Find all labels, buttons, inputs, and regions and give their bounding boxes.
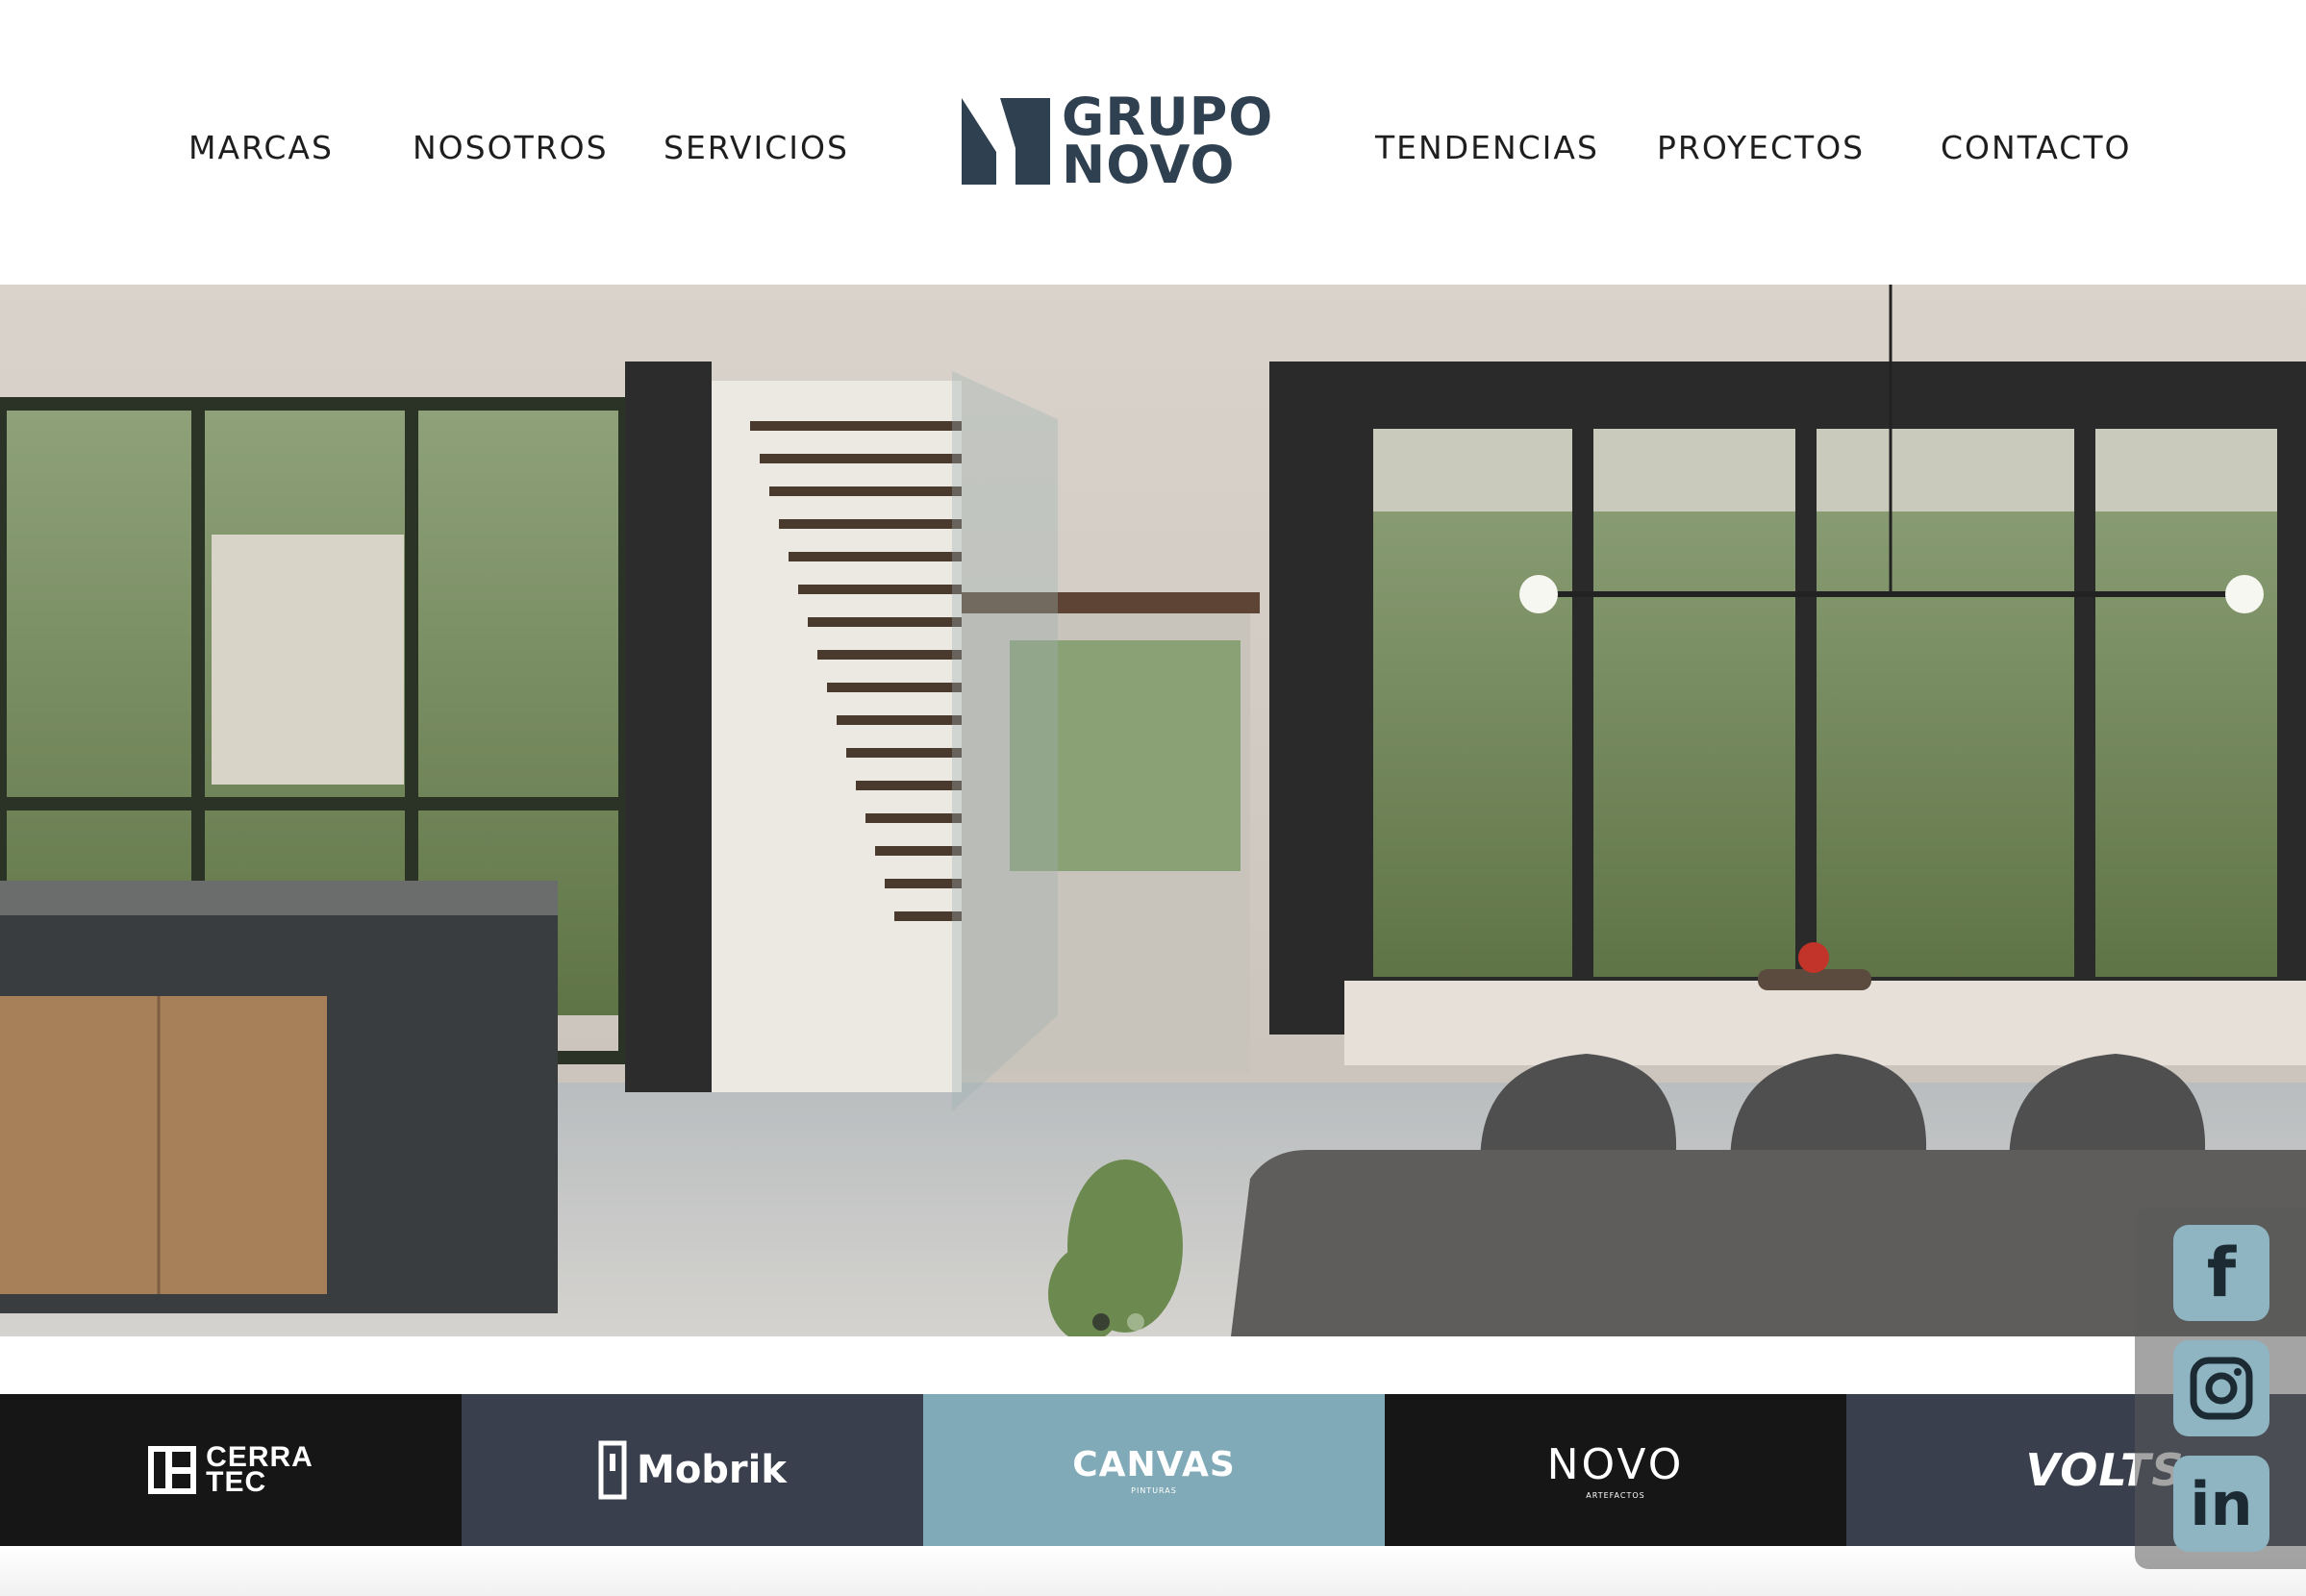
mobrik-name: Mobrik bbox=[637, 1448, 787, 1492]
slider-dot-2[interactable] bbox=[1127, 1313, 1144, 1331]
brands-strip: CERRA TEC Mobrik CANVAS PINTURAS NOVO AR… bbox=[0, 1394, 2306, 1546]
brand-novo[interactable]: NOVO ARTEFACTOS bbox=[1385, 1394, 1846, 1546]
instagram-button[interactable] bbox=[2173, 1340, 2269, 1436]
page-bottom bbox=[0, 1546, 2306, 1596]
novo-name: NOVO bbox=[1546, 1440, 1685, 1489]
brand-cerratec[interactable]: CERRA TEC bbox=[0, 1394, 462, 1546]
canvas-name: CANVAS bbox=[1072, 1445, 1236, 1484]
linkedin-button[interactable]: in bbox=[2173, 1456, 2269, 1552]
nav-tendencias[interactable]: TENDENCIAS bbox=[1375, 129, 1599, 166]
instagram-icon bbox=[2190, 1357, 2253, 1420]
grupo-novo-logo[interactable]: GRUPO NOVO bbox=[962, 91, 1272, 195]
site-header: MARCAS NOSOTROS SERVICIOS GRUPO NOVO TEN… bbox=[0, 0, 2306, 285]
linkedin-icon: in bbox=[2190, 1468, 2253, 1539]
canvas-sub: PINTURAS bbox=[1131, 1486, 1177, 1495]
social-panel: f in bbox=[2135, 1208, 2306, 1569]
facebook-button[interactable]: f bbox=[2173, 1225, 2269, 1321]
nav-nosotros[interactable]: NOSOTROS bbox=[413, 129, 609, 166]
nav-proyectos[interactable]: PROYECTOS bbox=[1657, 129, 1865, 166]
facebook-icon: f bbox=[2206, 1234, 2237, 1312]
nav-contacto[interactable]: CONTACTO bbox=[1941, 129, 2131, 166]
cerratec-line2: TEC bbox=[206, 1466, 267, 1498]
hero-slider[interactable] bbox=[0, 285, 2306, 1336]
hero-interior-image bbox=[0, 285, 2306, 1336]
cerratec-logo-icon bbox=[148, 1446, 197, 1494]
brand-mobrik[interactable]: Mobrik bbox=[462, 1394, 923, 1546]
brand-canvas[interactable]: CANVAS PINTURAS bbox=[923, 1394, 1385, 1546]
slider-dots bbox=[1092, 1313, 1144, 1331]
novo-logo-mark bbox=[962, 98, 1050, 185]
slider-dot-1[interactable] bbox=[1092, 1313, 1110, 1331]
logo-word-novo: NOVO bbox=[1062, 135, 1236, 195]
mobrik-logo-icon bbox=[598, 1440, 627, 1500]
nav-marcas[interactable]: MARCAS bbox=[188, 129, 334, 166]
novo-sub: ARTEFACTOS bbox=[1586, 1491, 1645, 1500]
nav-servicios[interactable]: SERVICIOS bbox=[664, 129, 849, 166]
